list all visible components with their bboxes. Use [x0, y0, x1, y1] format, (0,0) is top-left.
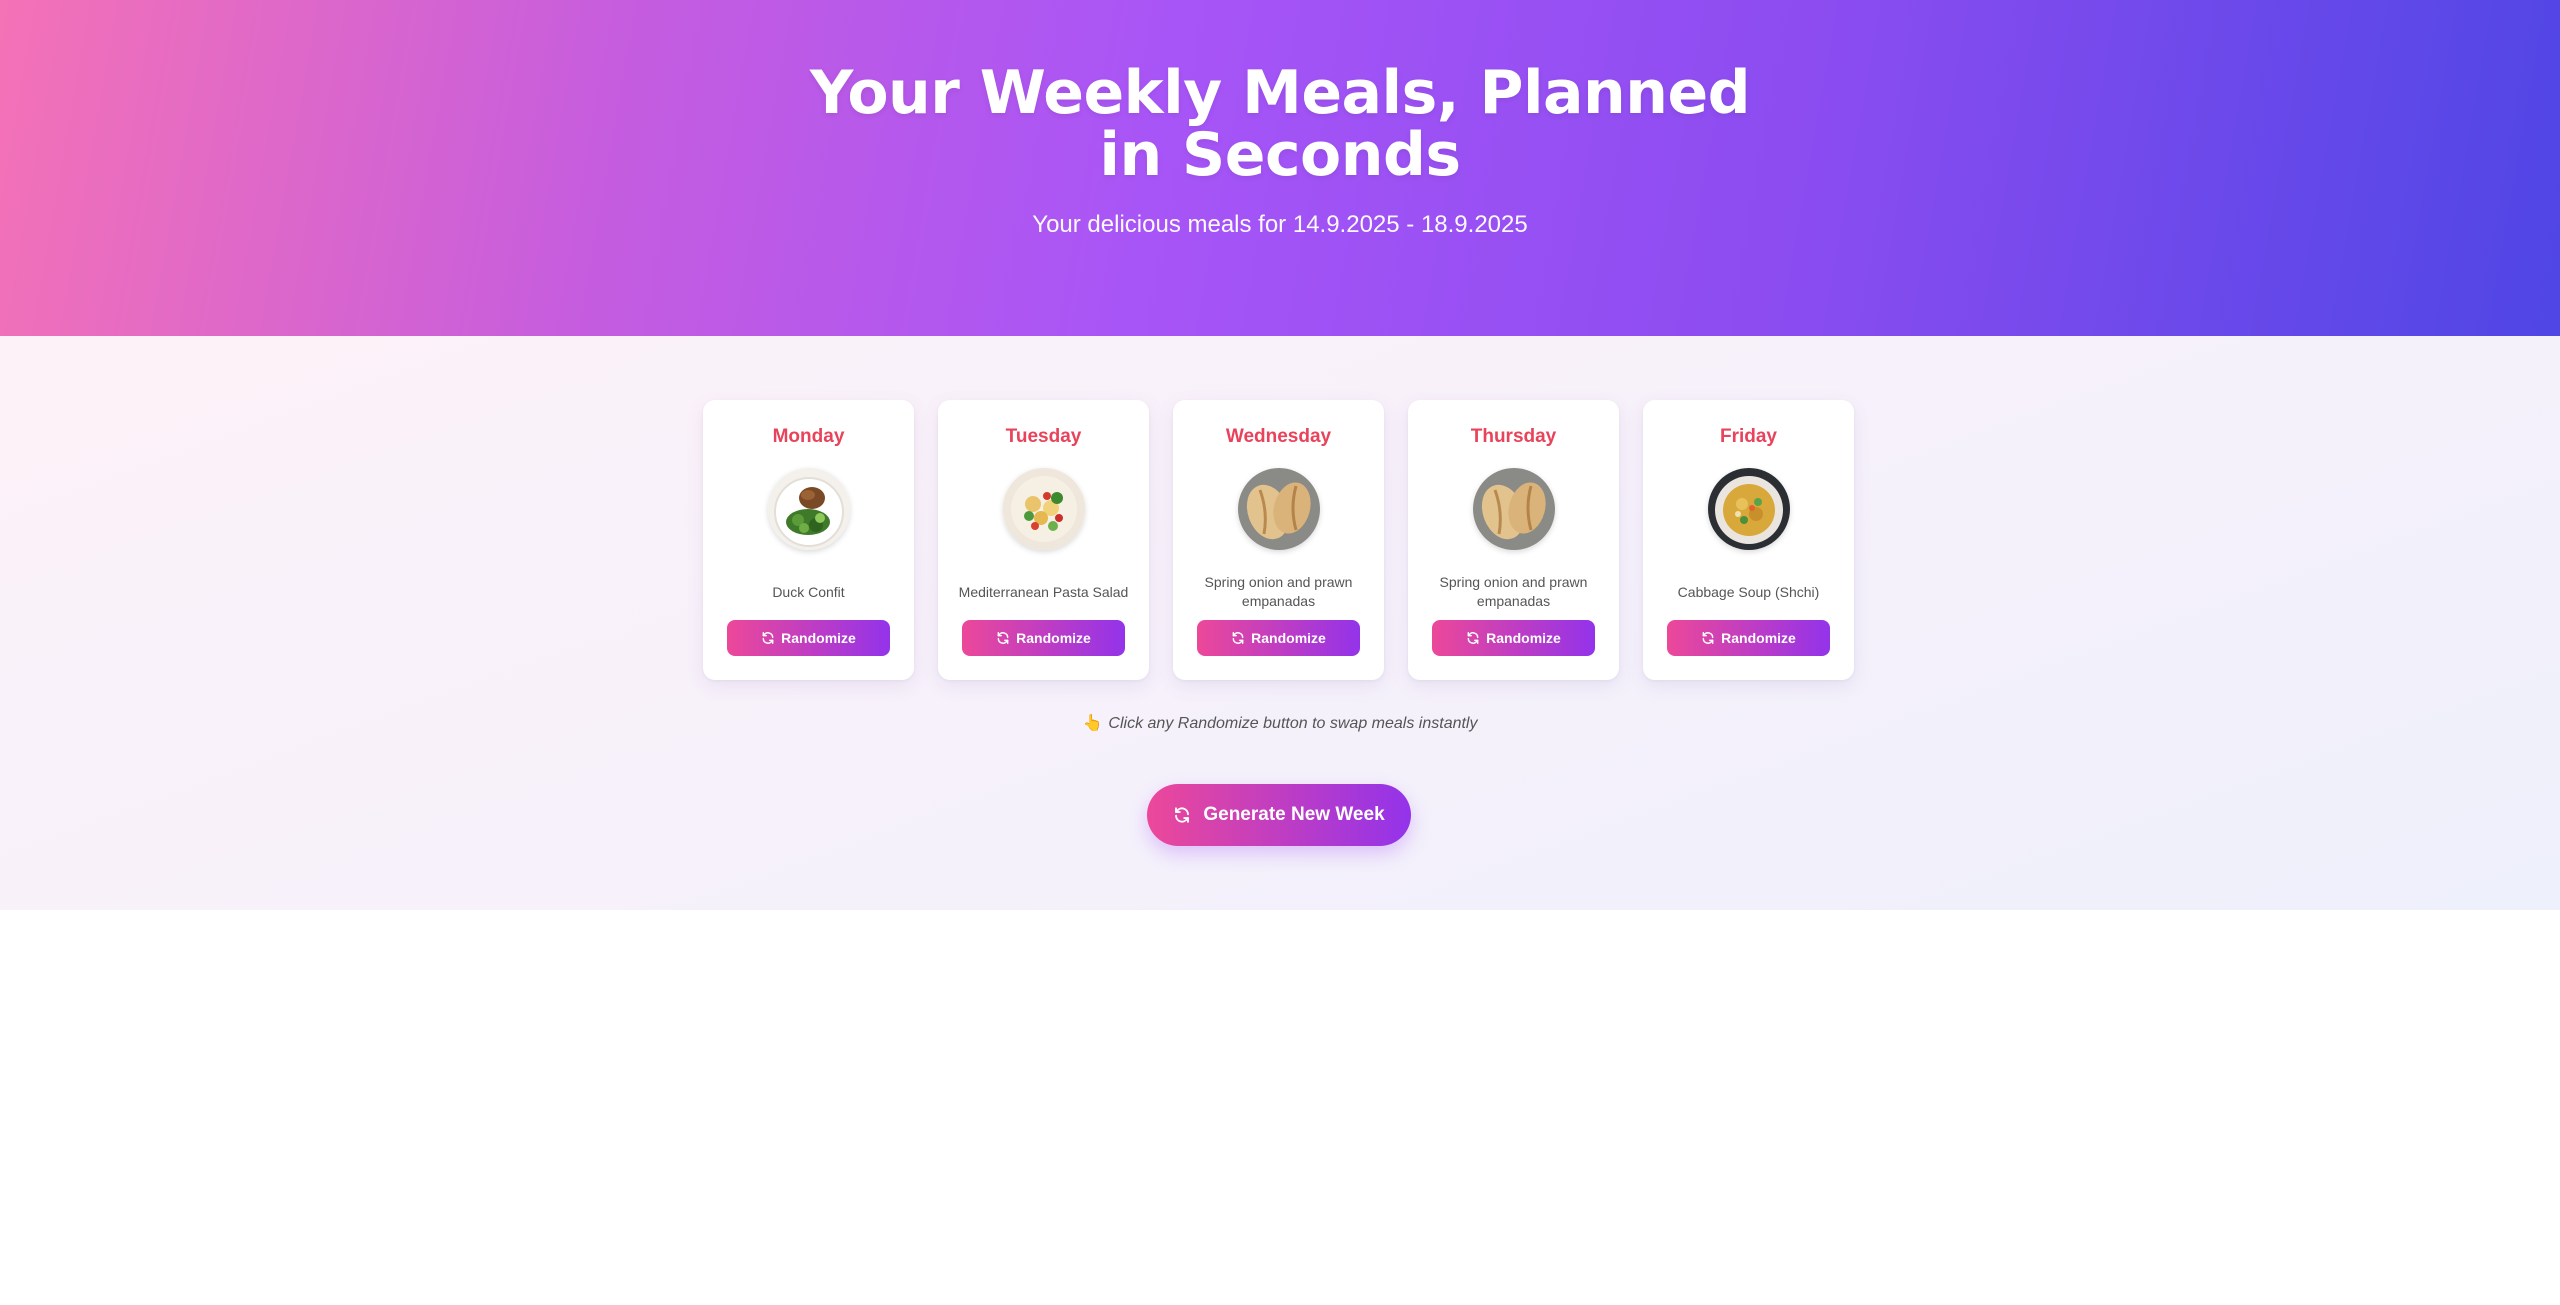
randomize-button[interactable]: Randomize	[727, 620, 890, 656]
refresh-icon	[1231, 631, 1245, 645]
randomize-label: Randomize	[781, 630, 856, 646]
hint-text: Click any Randomize button to swap meals…	[1108, 715, 1478, 732]
randomize-label: Randomize	[1486, 630, 1561, 646]
day-label: Wednesday	[1225, 426, 1332, 447]
randomize-button[interactable]: Randomize	[1667, 620, 1830, 656]
meal-name: Cabbage Soup (Shchi)	[1677, 583, 1820, 600]
date-range-subtitle: Your delicious meals for 14.9.2025 - 18.…	[1032, 211, 1528, 238]
day-card-friday: Friday Cabbage Soup (Shchi) Randomize	[1643, 400, 1854, 680]
generate-label: Generate New Week	[1203, 804, 1385, 825]
meal-image	[768, 468, 850, 550]
randomize-button[interactable]: Randomize	[962, 620, 1125, 656]
meal-name: Mediterranean Pasta Salad	[958, 583, 1129, 600]
generate-new-week-button[interactable]: Generate New Week	[1147, 784, 1411, 846]
meal-plan-section: Monday Duck Confit Randomize Tuesday Med…	[0, 336, 2560, 910]
meal-image	[1003, 468, 1085, 550]
refresh-icon	[761, 631, 775, 645]
meal-name: Spring onion and prawn empanadas	[1439, 574, 1588, 609]
meal-cards: Monday Duck Confit Randomize Tuesday Med…	[703, 400, 1856, 680]
randomize-button[interactable]: Randomize	[1197, 620, 1360, 656]
meal-name: Duck Confit	[772, 583, 845, 600]
page-title: Your Weekly Meals, Planned in Seconds	[809, 58, 1751, 190]
meal-image	[1473, 468, 1555, 550]
randomize-label: Randomize	[1016, 630, 1091, 646]
refresh-icon	[1701, 631, 1715, 645]
day-card-thursday: Thursday Spring onion and prawn empanada…	[1408, 400, 1619, 680]
day-card-tuesday: Tuesday Mediterranean Pasta Salad Random…	[938, 400, 1149, 680]
meal-image	[1238, 468, 1320, 550]
randomize-hint: 👆 Click any Randomize button to swap meal…	[0, 713, 2560, 733]
randomize-button[interactable]: Randomize	[1432, 620, 1595, 656]
refresh-icon	[996, 631, 1010, 645]
meal-name: Spring onion and prawn empanadas	[1204, 574, 1353, 609]
pointing-hand-icon: 👆	[1082, 715, 1103, 732]
hero-banner: Your Weekly Meals, Planned in Seconds Yo…	[0, 0, 2560, 336]
day-card-monday: Monday Duck Confit Randomize	[703, 400, 914, 680]
day-card-wednesday: Wednesday Spring onion and prawn empanad…	[1173, 400, 1384, 680]
day-label: Monday	[772, 426, 845, 447]
refresh-icon	[1173, 806, 1191, 824]
meal-image	[1708, 468, 1790, 550]
refresh-icon	[1466, 631, 1480, 645]
day-label: Friday	[1719, 426, 1778, 447]
day-label: Thursday	[1470, 426, 1557, 447]
day-label: Tuesday	[1005, 426, 1082, 447]
randomize-label: Randomize	[1721, 630, 1796, 646]
randomize-label: Randomize	[1251, 630, 1326, 646]
